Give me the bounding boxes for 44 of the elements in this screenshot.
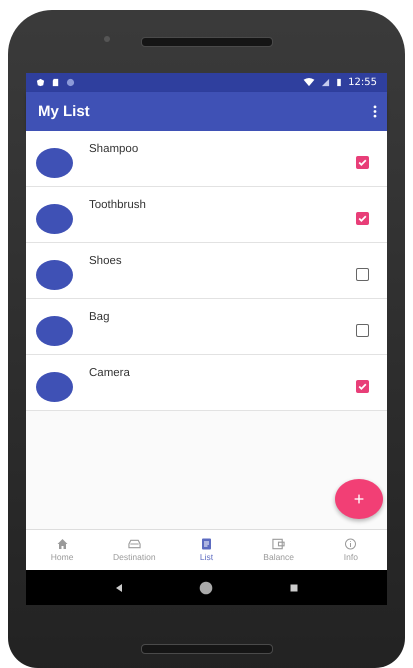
item-name: Shoes <box>89 255 123 267</box>
avatar-circle <box>36 372 73 402</box>
home-circle-icon[interactable] <box>199 580 214 594</box>
signal-icon <box>321 78 330 87</box>
wifi-icon <box>303 78 316 87</box>
shield-icon <box>36 78 45 87</box>
checkbox[interactable] <box>356 268 369 281</box>
recents-icon[interactable] <box>289 582 300 592</box>
wallet-icon <box>272 538 286 550</box>
car-icon <box>128 538 141 550</box>
home-icon <box>56 538 69 550</box>
add-button[interactable]: + <box>335 479 383 519</box>
nav-tab[interactable]: Info <box>316 538 386 562</box>
checkbox[interactable] <box>356 380 369 393</box>
list-item[interactable]: Shampoo <box>26 131 387 187</box>
list-item[interactable]: Shoes <box>26 243 387 299</box>
item-name: Shampoo <box>89 143 140 155</box>
avatar-circle <box>36 316 73 346</box>
item-name: Bag <box>89 311 110 323</box>
sd-card-icon <box>51 78 60 87</box>
checkbox[interactable] <box>356 324 369 337</box>
back-icon[interactable] <box>114 582 124 592</box>
document-icon <box>200 538 213 550</box>
list-item[interactable]: Camera <box>26 355 387 411</box>
nav-tab[interactable]: Balance <box>244 538 314 562</box>
checkbox[interactable] <box>356 212 369 225</box>
item-name: Camera <box>89 367 131 379</box>
list-item[interactable]: Bag <box>26 299 387 355</box>
more-icon[interactable] <box>373 105 377 118</box>
item-name: Toothbrush <box>89 199 147 211</box>
camera-dot <box>104 36 110 42</box>
battery-icon <box>336 78 342 87</box>
avatar-circle <box>36 260 73 290</box>
status-time: 12:55 <box>348 77 377 88</box>
avatar-circle <box>36 148 73 178</box>
list-item[interactable]: Toothbrush <box>26 187 387 243</box>
nav-tab[interactable]: List <box>171 538 242 562</box>
info-icon <box>344 538 358 550</box>
app-title: My List <box>38 103 90 120</box>
avatar-circle <box>36 204 73 234</box>
circle-icon <box>66 78 75 87</box>
nav-tab[interactable]: Destination <box>99 538 170 562</box>
checkbox[interactable] <box>356 156 369 169</box>
nav-tab[interactable]: Home <box>27 538 98 562</box>
